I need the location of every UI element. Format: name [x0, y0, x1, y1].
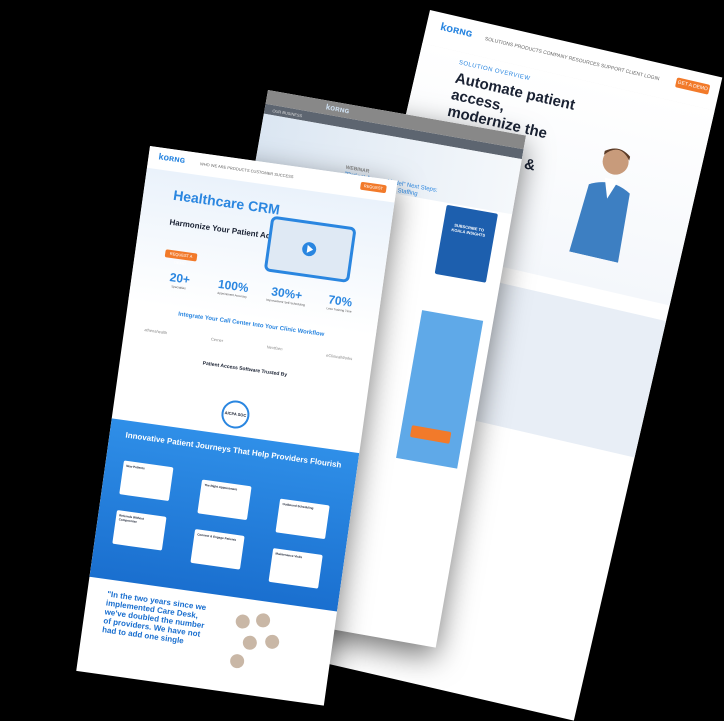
avatar: [263, 632, 282, 651]
hero-title: Healthcare CRM: [172, 186, 281, 218]
journeys-section: Innovative Patient Journeys That Help Pr…: [89, 418, 360, 612]
journey-card: New Patients: [119, 460, 174, 502]
stat-item: 100% Appointment Accuracy: [208, 276, 258, 301]
middle-page-blue-card: [396, 310, 484, 469]
journey-card: Connect & Engage Patients: [190, 529, 245, 570]
hero-video-thumbnail: [263, 215, 357, 284]
stat-item: 30%+ Improvement Self-Scheduling: [262, 283, 312, 308]
avatar: [240, 633, 259, 652]
avatar: [233, 612, 252, 631]
stat-item: 70% Less Training Time: [315, 291, 365, 316]
subscribe-box: SUBSCRIBE TO KOALA INSIGHTS: [434, 204, 498, 283]
avatar: [254, 611, 273, 630]
play-icon: [301, 241, 318, 258]
journey-card: Referrals Without Compromise: [112, 509, 167, 551]
doctor-photo: [569, 148, 631, 263]
integration-logo: NextGen: [266, 344, 283, 352]
integration-logo: Cerner: [210, 336, 224, 344]
back-page-logo: koʀɴɢ: [439, 20, 474, 40]
middle-page-logo: koʀɴɢ: [325, 102, 350, 116]
subscribe-title: SUBSCRIBE TO KOALA INSIGHTS: [451, 222, 486, 238]
integration-logo: athenahealth: [144, 327, 168, 336]
journey-card: Maintenance Visits: [268, 548, 323, 589]
testimonial-quote: "In the two years since we implemented C…: [101, 589, 207, 646]
front-page-logo: koʀɴɢ: [157, 151, 186, 165]
front-page-demo-button: REQUEST DEMO: [359, 181, 387, 198]
back-page-demo-button: GET A DEMO: [674, 77, 711, 95]
journey-card: The Right Appointment: [197, 479, 252, 521]
integration-logo: eClinicalWorks: [325, 352, 353, 362]
stat-item: 20+ Specialties: [155, 268, 205, 293]
hero-cta-button: REQUEST A DEMO: [164, 249, 198, 266]
journey-card: Outbound Scheduling: [275, 498, 330, 540]
soc2-badge: AICPA SOC 2: [219, 398, 252, 440]
